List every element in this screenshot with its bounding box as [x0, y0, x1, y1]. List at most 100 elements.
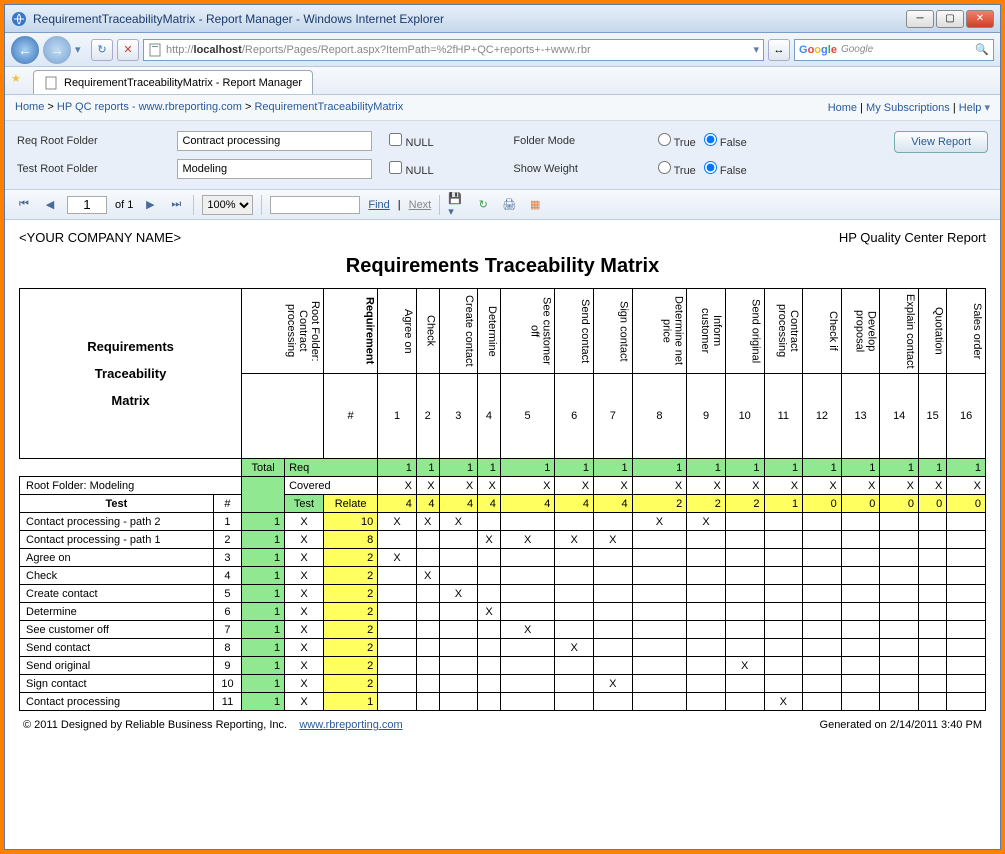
search-placeholder: Google	[841, 44, 873, 55]
report-title: Requirements Traceability Matrix	[19, 255, 986, 278]
relate-header: Relate	[323, 495, 377, 513]
link-help[interactable]: Help	[959, 102, 982, 114]
url-host: localhost	[194, 44, 242, 56]
help-dropdown-icon[interactable]: ▾	[984, 102, 990, 114]
root-folder-test: Root Folder: Modeling	[20, 477, 242, 495]
view-report-button[interactable]: View Report	[894, 131, 988, 153]
req-null-check[interactable]: NULL	[389, 133, 501, 149]
page-of: of 1	[115, 199, 133, 211]
titlebar: RequirementTraceabilityMatrix - Report M…	[5, 5, 1000, 33]
test-null-check[interactable]: NULL	[389, 161, 501, 177]
tab-title: RequirementTraceabilityMatrix - Report M…	[64, 77, 302, 89]
stop-button[interactable]: ✕	[117, 39, 139, 61]
refresh-report-button[interactable]: ↻	[474, 196, 492, 214]
generated-date: Generated on 2/14/2011 3:40 PM	[820, 719, 982, 731]
col-h: Determine net price	[632, 289, 687, 374]
requirement-col: Requirement	[323, 289, 377, 374]
next-link[interactable]: Next	[409, 199, 432, 211]
url-dropdown-icon[interactable]: ▾	[753, 43, 759, 56]
last-page-button[interactable]: ⏭	[167, 196, 185, 214]
col-h: Contract processing	[764, 289, 803, 374]
req-root-input[interactable]	[177, 131, 372, 151]
history-dropdown-icon[interactable]: ▾	[75, 43, 87, 56]
favorites-icon[interactable]: ★	[11, 72, 27, 88]
next-page-button[interactable]: ▶	[141, 196, 159, 214]
find-link[interactable]: Find	[368, 199, 389, 211]
test-name: See customer off	[20, 621, 214, 639]
table-row: Agree on 3 1 X 2X	[20, 549, 986, 567]
export-button[interactable]: 💾▾	[448, 196, 466, 214]
table-row: Send original 9 1 X 2X	[20, 657, 986, 675]
forward-button[interactable]: →	[43, 36, 71, 64]
show-weight-true[interactable]: True	[658, 161, 696, 177]
footer-link[interactable]: www.rbreporting.com	[299, 719, 402, 731]
breadcrumb-home[interactable]: Home	[15, 101, 44, 113]
tab-page-icon	[44, 76, 58, 90]
col-h: Send contact	[555, 289, 594, 374]
report-content: <YOUR COMPANY NAME> HP Quality Center Re…	[5, 220, 1000, 849]
col-h: Agree on	[378, 289, 417, 374]
test-name: Contact processing - path 2	[20, 513, 214, 531]
breadcrumb-folder[interactable]: HP QC reports - www.rbreporting.com	[57, 101, 242, 113]
table-row: Contact processing 11 1 X 1X	[20, 693, 986, 711]
col-h: Inform customer	[687, 289, 726, 374]
col-h: Check if	[803, 289, 842, 374]
search-go-icon[interactable]: 🔍	[975, 43, 989, 56]
col-h: Create contact	[439, 289, 478, 374]
table-row: Sign contact 10 1 X 2X	[20, 675, 986, 693]
copyright: © 2011 Designed by Reliable Business Rep…	[23, 719, 287, 731]
rtm-header-line2: Traceability	[24, 366, 237, 381]
back-button[interactable]: ←	[11, 36, 39, 64]
num-header: #	[323, 374, 377, 459]
col-h: Send original	[725, 289, 764, 374]
col-h: Develop proposal	[841, 289, 880, 374]
folder-mode-false[interactable]: False	[704, 133, 747, 149]
traceability-matrix: Requirements Traceability Matrix Root Fo…	[19, 288, 986, 711]
page-icon	[148, 43, 162, 57]
report-toolbar: ⏮ ◀ of 1 ▶ ⏭ 100% Find | Next 💾▾ ↻ 🖨 ▦	[5, 190, 1000, 220]
test-name: Check	[20, 567, 214, 585]
tab-active[interactable]: RequirementTraceabilityMatrix - Report M…	[33, 70, 313, 94]
url-prefix: http://	[166, 44, 194, 56]
feed-button[interactable]: ▦	[526, 196, 544, 214]
window-title: RequirementTraceabilityMatrix - Report M…	[33, 12, 906, 26]
first-page-button[interactable]: ⏮	[15, 196, 33, 214]
show-weight-false[interactable]: False	[704, 161, 747, 177]
test-root-input[interactable]	[177, 159, 372, 179]
google-logo: Google	[799, 44, 837, 56]
company-name: <YOUR COMPANY NAME>	[19, 230, 181, 245]
compat-button[interactable]: ↔	[768, 39, 790, 61]
test-name: Send contact	[20, 639, 214, 657]
total-label: Total	[242, 459, 285, 477]
covered-label: Covered	[285, 477, 378, 495]
refresh-button[interactable]: ↻	[91, 39, 113, 61]
table-row: Send contact 8 1 X 2X	[20, 639, 986, 657]
address-bar[interactable]: http://localhost/Reports/Pages/Report.as…	[143, 39, 764, 61]
test-name: Sign contact	[20, 675, 214, 693]
parameters-panel: Req Root Folder NULL Folder Mode True Fa…	[5, 121, 1000, 190]
zoom-select[interactable]: 100%	[202, 195, 253, 215]
col-h: Quotation	[919, 289, 947, 374]
print-button[interactable]: 🖨	[500, 196, 518, 214]
page-input[interactable]	[67, 196, 107, 214]
close-button[interactable]: ✕	[966, 10, 994, 28]
prev-page-button[interactable]: ◀	[41, 196, 59, 214]
link-home[interactable]: Home	[828, 102, 857, 114]
nav-toolbar: ← → ▾ ↻ ✕ http://localhost/Reports/Pages…	[5, 33, 1000, 67]
minimize-button[interactable]: ─	[906, 10, 934, 28]
maximize-button[interactable]: ▢	[936, 10, 964, 28]
breadcrumb-bar: Home > HP QC reports - www.rbreporting.c…	[5, 95, 1000, 121]
folder-mode-true[interactable]: True	[658, 133, 696, 149]
rtm-header-line1: Requirements	[24, 339, 237, 354]
breadcrumb-report[interactable]: RequirementTraceabilityMatrix	[254, 101, 403, 113]
folder-mode-label: Folder Mode	[513, 135, 645, 147]
table-row: Check 4 1 X 2X	[20, 567, 986, 585]
test-header: Test	[20, 495, 214, 513]
table-row: Determine 6 1 X 2X	[20, 603, 986, 621]
search-box[interactable]: Google Google 🔍	[794, 39, 994, 61]
find-input[interactable]	[270, 196, 360, 214]
test-name: Determine	[20, 603, 214, 621]
show-weight-label: Show Weight	[513, 163, 645, 175]
link-subscriptions[interactable]: My Subscriptions	[866, 102, 950, 114]
req-label: Req	[285, 459, 378, 477]
